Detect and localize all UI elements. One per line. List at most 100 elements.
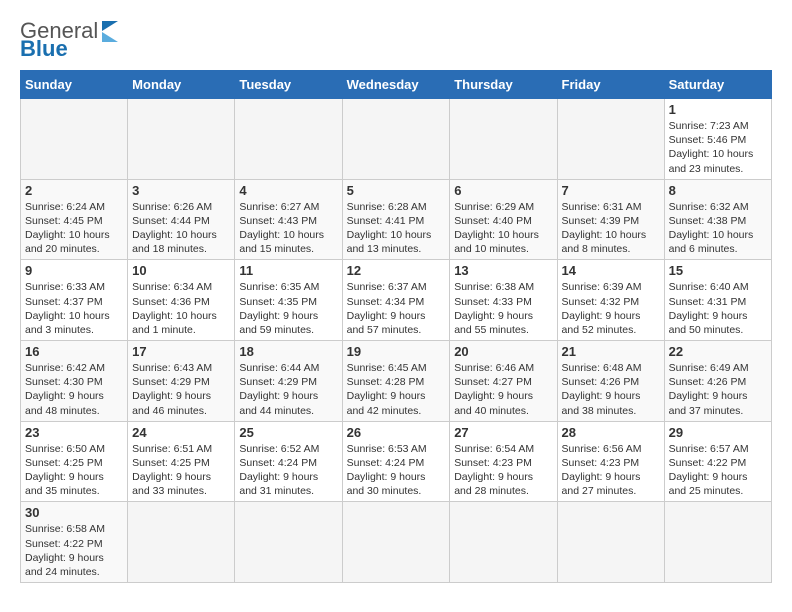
week-row-1: 2 Sunrise: 6:24 AM Sunset: 4:45 PM Daylig… <box>21 179 772 260</box>
logo-blue: Blue <box>20 38 68 60</box>
day-cell <box>664 502 771 583</box>
day-cell: 23 Sunrise: 6:50 AM Sunset: 4:25 PM Dayli… <box>21 421 128 502</box>
day-cell: 24 Sunrise: 6:51 AM Sunset: 4:25 PM Dayli… <box>128 421 235 502</box>
day-info: Sunrise: 6:31 AM Sunset: 4:39 PM Dayligh… <box>562 200 660 257</box>
logo: General Blue <box>20 20 118 60</box>
day-info: Sunrise: 6:57 AM Sunset: 4:22 PM Dayligh… <box>669 442 767 499</box>
day-number: 10 <box>132 263 230 278</box>
week-row-4: 23 Sunrise: 6:50 AM Sunset: 4:25 PM Dayli… <box>21 421 772 502</box>
day-number: 2 <box>25 183 123 198</box>
day-info: Sunrise: 6:26 AM Sunset: 4:44 PM Dayligh… <box>132 200 230 257</box>
day-info: Sunrise: 6:44 AM Sunset: 4:29 PM Dayligh… <box>239 361 337 418</box>
day-number: 27 <box>454 425 552 440</box>
weekday-header-friday: Friday <box>557 71 664 99</box>
day-cell: 19 Sunrise: 6:45 AM Sunset: 4:28 PM Dayli… <box>342 341 450 422</box>
day-cell: 30 Sunrise: 6:58 AM Sunset: 4:22 PM Dayli… <box>21 502 128 583</box>
day-number: 25 <box>239 425 337 440</box>
day-number: 12 <box>347 263 446 278</box>
day-info: Sunrise: 6:32 AM Sunset: 4:38 PM Dayligh… <box>669 200 767 257</box>
calendar: SundayMondayTuesdayWednesdayThursdayFrid… <box>20 70 772 583</box>
day-cell <box>235 99 342 180</box>
day-info: Sunrise: 6:54 AM Sunset: 4:23 PM Dayligh… <box>454 442 552 499</box>
day-info: Sunrise: 6:50 AM Sunset: 4:25 PM Dayligh… <box>25 442 123 499</box>
day-cell <box>342 502 450 583</box>
day-number: 19 <box>347 344 446 359</box>
day-info: Sunrise: 6:39 AM Sunset: 4:32 PM Dayligh… <box>562 280 660 337</box>
weekday-header-tuesday: Tuesday <box>235 71 342 99</box>
day-info: Sunrise: 6:48 AM Sunset: 4:26 PM Dayligh… <box>562 361 660 418</box>
day-info: Sunrise: 6:35 AM Sunset: 4:35 PM Dayligh… <box>239 280 337 337</box>
day-cell: 29 Sunrise: 6:57 AM Sunset: 4:22 PM Dayli… <box>664 421 771 502</box>
day-info: Sunrise: 6:43 AM Sunset: 4:29 PM Dayligh… <box>132 361 230 418</box>
day-number: 3 <box>132 183 230 198</box>
weekday-header-row: SundayMondayTuesdayWednesdayThursdayFrid… <box>21 71 772 99</box>
day-cell: 28 Sunrise: 6:56 AM Sunset: 4:23 PM Dayli… <box>557 421 664 502</box>
day-info: Sunrise: 6:34 AM Sunset: 4:36 PM Dayligh… <box>132 280 230 337</box>
day-cell: 5Sunrise: 6:28 AM Sunset: 4:41 PM Daylig… <box>342 179 450 260</box>
day-number: 24 <box>132 425 230 440</box>
day-cell <box>342 99 450 180</box>
weekday-header-wednesday: Wednesday <box>342 71 450 99</box>
day-number: 4 <box>239 183 337 198</box>
day-cell: 22Sunrise: 6:49 AM Sunset: 4:26 PM Dayli… <box>664 341 771 422</box>
day-cell: 4 Sunrise: 6:27 AM Sunset: 4:43 PM Daylig… <box>235 179 342 260</box>
day-number: 28 <box>562 425 660 440</box>
day-number: 23 <box>25 425 123 440</box>
day-number: 20 <box>454 344 552 359</box>
weekday-header-saturday: Saturday <box>664 71 771 99</box>
page: General Blue SundayMondayTuesdayWednesda… <box>0 0 792 603</box>
day-cell: 18Sunrise: 6:44 AM Sunset: 4:29 PM Dayli… <box>235 341 342 422</box>
day-cell <box>557 502 664 583</box>
weekday-header-sunday: Sunday <box>21 71 128 99</box>
day-number: 9 <box>25 263 123 278</box>
day-cell <box>450 99 557 180</box>
day-cell: 3 Sunrise: 6:26 AM Sunset: 4:44 PM Daylig… <box>128 179 235 260</box>
header: General Blue <box>20 16 772 60</box>
week-row-2: 9 Sunrise: 6:33 AM Sunset: 4:37 PM Daylig… <box>21 260 772 341</box>
day-info: Sunrise: 6:37 AM Sunset: 4:34 PM Dayligh… <box>347 280 446 337</box>
day-info: Sunrise: 6:40 AM Sunset: 4:31 PM Dayligh… <box>669 280 767 337</box>
day-cell: 9 Sunrise: 6:33 AM Sunset: 4:37 PM Daylig… <box>21 260 128 341</box>
week-row-0: 1 Sunrise: 7:23 AM Sunset: 5:46 PM Daylig… <box>21 99 772 180</box>
day-info: Sunrise: 6:52 AM Sunset: 4:24 PM Dayligh… <box>239 442 337 499</box>
day-info: Sunrise: 6:42 AM Sunset: 4:30 PM Dayligh… <box>25 361 123 418</box>
day-cell <box>21 99 128 180</box>
day-info: Sunrise: 6:45 AM Sunset: 4:28 PM Dayligh… <box>347 361 446 418</box>
day-info: Sunrise: 6:51 AM Sunset: 4:25 PM Dayligh… <box>132 442 230 499</box>
day-cell: 6Sunrise: 6:29 AM Sunset: 4:40 PM Daylig… <box>450 179 557 260</box>
day-number: 8 <box>669 183 767 198</box>
day-info: Sunrise: 6:27 AM Sunset: 4:43 PM Dayligh… <box>239 200 337 257</box>
day-number: 7 <box>562 183 660 198</box>
day-info: Sunrise: 6:38 AM Sunset: 4:33 PM Dayligh… <box>454 280 552 337</box>
day-cell: 14 Sunrise: 6:39 AM Sunset: 4:32 PM Dayli… <box>557 260 664 341</box>
day-info: Sunrise: 6:58 AM Sunset: 4:22 PM Dayligh… <box>25 522 123 579</box>
day-number: 14 <box>562 263 660 278</box>
day-cell <box>235 502 342 583</box>
day-info: Sunrise: 6:24 AM Sunset: 4:45 PM Dayligh… <box>25 200 123 257</box>
day-info: Sunrise: 7:23 AM Sunset: 5:46 PM Dayligh… <box>669 119 767 176</box>
day-number: 30 <box>25 505 123 520</box>
day-cell: 16Sunrise: 6:42 AM Sunset: 4:30 PM Dayli… <box>21 341 128 422</box>
day-cell: 15Sunrise: 6:40 AM Sunset: 4:31 PM Dayli… <box>664 260 771 341</box>
day-info: Sunrise: 6:33 AM Sunset: 4:37 PM Dayligh… <box>25 280 123 337</box>
day-number: 26 <box>347 425 446 440</box>
day-cell: 10 Sunrise: 6:34 AM Sunset: 4:36 PM Dayli… <box>128 260 235 341</box>
day-cell <box>128 502 235 583</box>
day-number: 22 <box>669 344 767 359</box>
day-number: 13 <box>454 263 552 278</box>
day-cell: 8 Sunrise: 6:32 AM Sunset: 4:38 PM Daylig… <box>664 179 771 260</box>
day-number: 17 <box>132 344 230 359</box>
day-cell: 11 Sunrise: 6:35 AM Sunset: 4:35 PM Dayli… <box>235 260 342 341</box>
day-cell: 2 Sunrise: 6:24 AM Sunset: 4:45 PM Daylig… <box>21 179 128 260</box>
day-cell: 7 Sunrise: 6:31 AM Sunset: 4:39 PM Daylig… <box>557 179 664 260</box>
day-number: 11 <box>239 263 337 278</box>
day-number: 5 <box>347 183 446 198</box>
day-cell: 21Sunrise: 6:48 AM Sunset: 4:26 PM Dayli… <box>557 341 664 422</box>
day-number: 1 <box>669 102 767 117</box>
day-cell: 12 Sunrise: 6:37 AM Sunset: 4:34 PM Dayli… <box>342 260 450 341</box>
week-row-3: 16Sunrise: 6:42 AM Sunset: 4:30 PM Dayli… <box>21 341 772 422</box>
day-number: 6 <box>454 183 552 198</box>
day-info: Sunrise: 6:56 AM Sunset: 4:23 PM Dayligh… <box>562 442 660 499</box>
weekday-header-monday: Monday <box>128 71 235 99</box>
day-number: 29 <box>669 425 767 440</box>
